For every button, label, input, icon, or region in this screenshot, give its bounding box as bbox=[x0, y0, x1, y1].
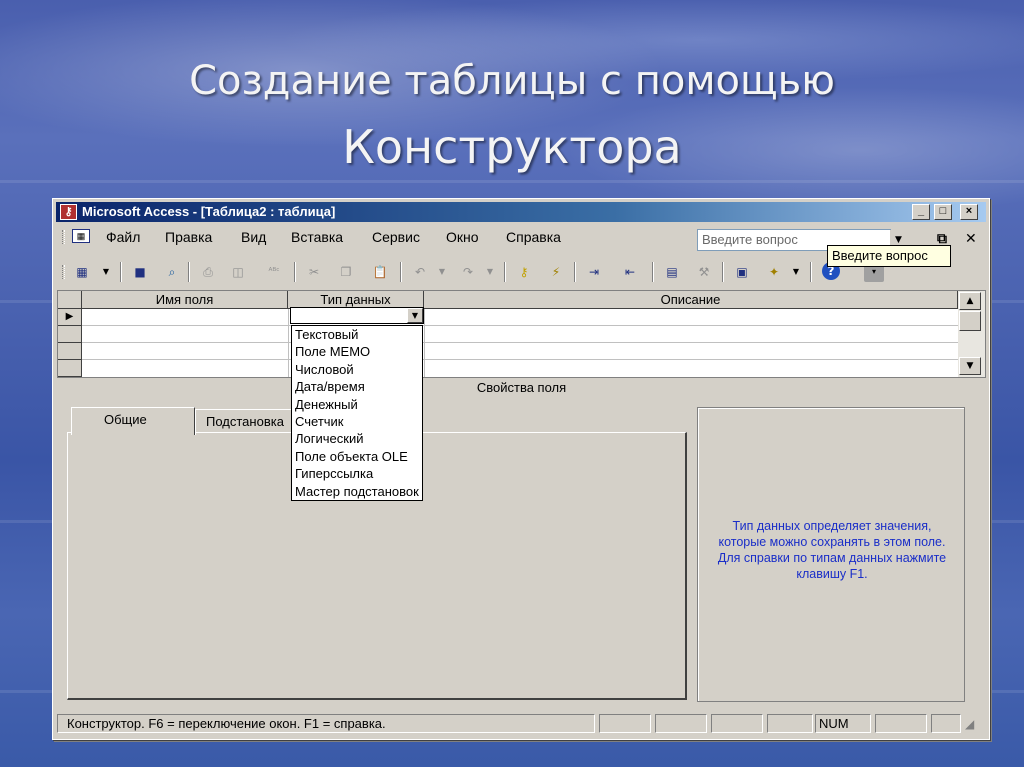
separator bbox=[188, 262, 190, 282]
row-selector[interactable] bbox=[58, 343, 82, 360]
grid-col-line bbox=[424, 309, 425, 377]
vertical-scrollbar[interactable]: ▲ ▼ bbox=[958, 291, 985, 377]
status-panel bbox=[875, 714, 927, 733]
grid-col-line bbox=[288, 309, 289, 377]
help-panel: Тип данных определяет значения, которые … bbox=[697, 407, 965, 702]
num-lock-indicator: NUM bbox=[819, 716, 849, 731]
slide-title-line2: Конструктора bbox=[342, 120, 682, 174]
maximize-button[interactable]: □ bbox=[934, 204, 952, 220]
view-icon[interactable]: ▦ bbox=[72, 262, 92, 282]
menubar-grip[interactable] bbox=[62, 230, 65, 244]
column-header-field-name[interactable]: Имя поля bbox=[82, 291, 288, 309]
status-panel bbox=[767, 714, 813, 733]
window-title: Microsoft Access - [Таблица2 : таблица] bbox=[82, 204, 336, 219]
slide-title-line1: Создание таблицы с помощью bbox=[189, 58, 835, 104]
menu-help[interactable]: Справка bbox=[506, 229, 561, 245]
help-text: Тип данных определяет значения, которые … bbox=[717, 519, 947, 581]
datatype-option[interactable]: Поле объекта OLE bbox=[292, 448, 422, 465]
insert-rows-icon[interactable]: ⇥ bbox=[584, 262, 604, 282]
view-dropdown-icon[interactable]: ▼ bbox=[96, 262, 116, 282]
datatype-option[interactable]: Денежный bbox=[292, 396, 422, 413]
save-icon[interactable]: ■ bbox=[130, 262, 150, 282]
print-preview-icon[interactable]: ◫ bbox=[228, 262, 248, 282]
separator bbox=[652, 262, 654, 282]
background-wave bbox=[0, 180, 1024, 183]
primary-key-icon[interactable]: ⚷ bbox=[514, 262, 534, 282]
grid-row-line bbox=[82, 359, 958, 360]
paste-icon[interactable]: 📋 bbox=[370, 262, 390, 282]
window-titlebar[interactable]: ⚷ Microsoft Access - [Таблица2 : таблица… bbox=[56, 202, 986, 222]
row-selector[interactable]: ▶ bbox=[58, 309, 82, 326]
redo-dropdown-icon[interactable]: ▼ bbox=[480, 262, 500, 282]
separator bbox=[810, 262, 812, 282]
status-panel bbox=[711, 714, 763, 733]
document-icon[interactable]: ▦ bbox=[72, 229, 90, 243]
row-selector[interactable] bbox=[58, 326, 82, 343]
ask-tooltip: Введите вопрос bbox=[827, 245, 951, 267]
menu-view[interactable]: Вид bbox=[241, 229, 266, 245]
undo-icon[interactable]: ↶ bbox=[410, 262, 430, 282]
datatype-option[interactable]: Мастер подстановок bbox=[292, 483, 422, 500]
access-window: ⚷ Microsoft Access - [Таблица2 : таблица… bbox=[52, 198, 990, 740]
print-icon[interactable]: ⎙ bbox=[198, 262, 218, 282]
separator bbox=[120, 262, 122, 282]
datatype-option[interactable]: Логический bbox=[292, 430, 422, 447]
row-selector[interactable] bbox=[58, 360, 82, 377]
status-panel bbox=[655, 714, 707, 733]
menu-file[interactable]: Файл bbox=[106, 229, 140, 245]
redo-icon[interactable]: ↷ bbox=[458, 262, 478, 282]
resize-grip-icon[interactable]: ◢ bbox=[965, 717, 974, 731]
separator bbox=[574, 262, 576, 282]
field-properties-label: Свойства поля bbox=[476, 380, 567, 395]
datatype-option[interactable]: Текстовый bbox=[292, 326, 422, 343]
grid-corner bbox=[58, 291, 82, 309]
scroll-up-icon[interactable]: ▲ bbox=[959, 292, 981, 310]
spelling-icon[interactable]: ᴬᴮᶜ bbox=[264, 262, 284, 282]
status-panel bbox=[599, 714, 651, 733]
toolbar-grip[interactable] bbox=[62, 265, 65, 279]
menu-edit[interactable]: Правка bbox=[165, 229, 212, 245]
properties-icon[interactable]: ▤ bbox=[662, 262, 682, 282]
scroll-thumb[interactable] bbox=[959, 311, 981, 331]
menu-window[interactable]: Окно bbox=[446, 229, 479, 245]
copy-icon[interactable]: ❐ bbox=[336, 262, 356, 282]
minimize-button[interactable]: _ bbox=[912, 204, 930, 220]
delete-rows-icon[interactable]: ⇤ bbox=[620, 262, 640, 282]
close-button[interactable]: × bbox=[960, 204, 978, 220]
datatype-option[interactable]: Дата/время bbox=[292, 378, 422, 395]
separator bbox=[504, 262, 506, 282]
new-object-dropdown-icon[interactable]: ▼ bbox=[786, 262, 806, 282]
scroll-down-icon[interactable]: ▼ bbox=[959, 357, 981, 375]
datatype-option[interactable]: Гиперссылка bbox=[292, 465, 422, 482]
tab-general[interactable]: Общие bbox=[71, 407, 195, 435]
separator bbox=[722, 262, 724, 282]
new-object-icon[interactable]: ✦ bbox=[764, 262, 784, 282]
doc-close-icon[interactable]: ✕ bbox=[965, 231, 977, 247]
menu-insert[interactable]: Вставка bbox=[291, 229, 343, 245]
datatype-option[interactable]: Поле MEMO bbox=[292, 343, 422, 360]
search-file-icon[interactable]: ⌕ bbox=[162, 262, 182, 282]
status-panel bbox=[931, 714, 961, 733]
combo-dropdown-arrow-icon[interactable]: ▼ bbox=[407, 308, 423, 323]
undo-dropdown-icon[interactable]: ▼ bbox=[432, 262, 452, 282]
database-window-icon[interactable]: ▣ bbox=[732, 262, 752, 282]
access-key-icon: ⚷ bbox=[60, 204, 77, 220]
menu-tools[interactable]: Сервис bbox=[372, 229, 420, 245]
status-text: Конструктор. F6 = переключение окон. F1 … bbox=[67, 716, 386, 731]
column-header-description[interactable]: Описание bbox=[424, 291, 958, 309]
grid-row-line bbox=[82, 342, 958, 343]
separator bbox=[294, 262, 296, 282]
datatype-option[interactable]: Числовой bbox=[292, 361, 422, 378]
datatype-option[interactable]: Счетчик bbox=[292, 413, 422, 430]
datatype-dropdown-list: Текстовый Поле MEMO Числовой Дата/время … bbox=[291, 325, 423, 501]
design-grid: Имя поля Тип данных Описание ▶ ▲ ▼ bbox=[57, 290, 986, 378]
status-bar: Конструктор. F6 = переключение окон. F1 … bbox=[57, 713, 986, 735]
grid-row-line bbox=[82, 325, 958, 326]
indexes-icon[interactable]: ⚡ bbox=[546, 262, 566, 282]
cut-icon[interactable]: ✂ bbox=[304, 262, 324, 282]
datatype-combo[interactable]: ▼ bbox=[290, 307, 424, 324]
separator bbox=[400, 262, 402, 282]
builder-icon[interactable]: ⚒ bbox=[694, 262, 714, 282]
